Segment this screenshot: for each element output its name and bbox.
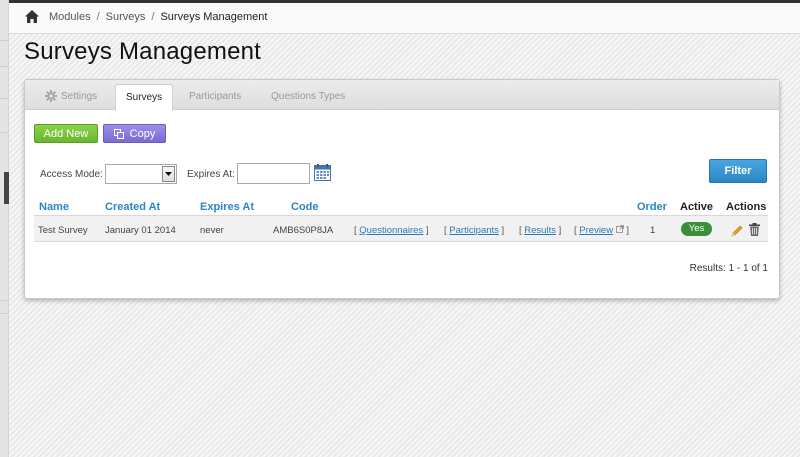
filter-button[interactable]: Filter	[709, 159, 767, 183]
breadcrumb: Modules / Surveys / Surveys Management	[9, 0, 800, 34]
sidebar-divider	[0, 300, 9, 301]
sidebar-divider	[0, 132, 9, 133]
preview-link-wrap: [ Preview ]	[574, 225, 629, 236]
calendar-icon[interactable]	[314, 164, 331, 186]
expires-at-label: Expires At:	[187, 169, 235, 180]
gear-icon	[45, 87, 57, 113]
results-link-wrap: [ Results ]	[519, 225, 562, 236]
questionnaires-link-wrap: [ Questionnaires ]	[354, 225, 429, 236]
breadcrumb-item-current: Surveys Management	[160, 10, 268, 23]
cell-order: 1	[650, 225, 656, 236]
sidebar-scroll-handle[interactable]	[4, 172, 9, 204]
preview-link[interactable]: Preview	[579, 225, 613, 236]
column-header-expires-at[interactable]: Expires At	[200, 201, 254, 213]
column-header-code[interactable]: Code	[291, 201, 319, 213]
external-link-icon	[615, 225, 627, 236]
copy-button-label: Copy	[129, 128, 156, 140]
home-icon[interactable]	[25, 9, 39, 24]
column-header-created-at[interactable]: Created At	[105, 201, 160, 213]
pagination-results: Results: 1 - 1 of 1	[689, 263, 768, 274]
edit-pencil-icon[interactable]	[731, 224, 743, 242]
access-mode-label: Access Mode:	[40, 169, 103, 180]
breadcrumb-item-surveys[interactable]: Surveys	[106, 11, 146, 23]
cell-expires-at: never	[200, 225, 224, 236]
column-header-name[interactable]: Name	[39, 201, 69, 213]
participants-link-wrap: [ Participants ]	[444, 225, 505, 236]
page-title: Surveys Management	[24, 38, 262, 65]
sidebar-divider	[0, 313, 9, 314]
column-header-order[interactable]: Order	[637, 201, 667, 213]
expires-at-input[interactable]	[237, 163, 310, 184]
breadcrumb-separator: /	[151, 10, 155, 23]
tab-questions-types[interactable]: Questions Types	[261, 84, 355, 110]
sidebar-divider	[0, 40, 9, 41]
breadcrumb-item-modules[interactable]: Modules	[49, 11, 91, 23]
tab-bar: Settings Surveys Participants Questions …	[25, 80, 779, 111]
tab-settings-label: Settings	[61, 91, 98, 102]
copy-button[interactable]: Copy	[103, 124, 166, 143]
access-mode-select[interactable]	[105, 164, 177, 184]
tab-participants[interactable]: Participants	[179, 84, 251, 110]
questionnaires-link[interactable]: Questionnaires	[359, 225, 423, 236]
breadcrumb-separator: /	[96, 10, 100, 23]
trash-icon[interactable]	[749, 223, 760, 241]
top-border	[9, 0, 800, 3]
chevron-down-icon[interactable]	[162, 166, 175, 182]
copy-icon	[113, 127, 124, 145]
cell-code: AMB6S0P8JA	[273, 225, 334, 236]
results-link[interactable]: Results	[524, 225, 556, 236]
active-status-badge[interactable]: Yes	[681, 222, 712, 236]
column-header-active: Active	[680, 201, 714, 213]
column-header-actions: Actions	[726, 201, 767, 213]
cell-created-at: January 01 2014	[105, 225, 176, 236]
tab-settings[interactable]: Settings	[35, 84, 107, 110]
surveys-panel: Settings Surveys Participants Questions …	[24, 79, 780, 299]
add-new-button[interactable]: Add New	[34, 124, 98, 143]
left-sidebar-strip	[0, 0, 9, 457]
cell-name: Test Survey	[38, 225, 88, 236]
participants-link[interactable]: Participants	[449, 225, 499, 236]
tab-surveys[interactable]: Surveys	[115, 84, 174, 111]
sidebar-divider	[0, 66, 9, 67]
sidebar-divider	[0, 98, 9, 99]
